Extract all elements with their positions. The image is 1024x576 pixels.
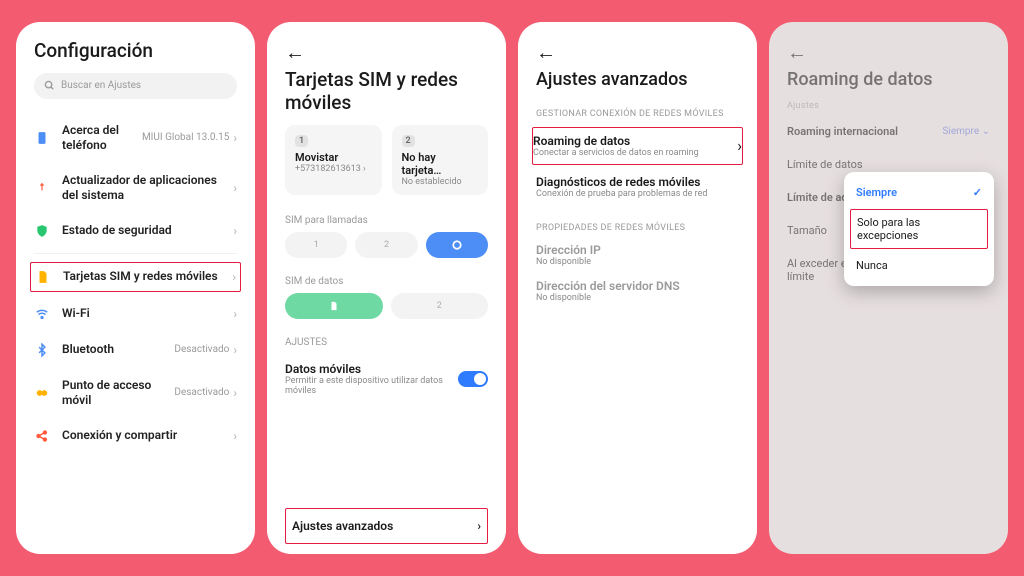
option-exceptions[interactable]: Solo para las excepciones	[850, 209, 988, 249]
row-ip: Dirección IP No disponible	[536, 237, 739, 273]
back-button[interactable]: ←	[787, 40, 990, 65]
chevron-right-icon: ›	[233, 307, 237, 321]
sim-icon	[35, 269, 51, 285]
row-mobile-data[interactable]: Datos móviles Permitir a este dispositiv…	[285, 354, 488, 404]
sim-slot-2[interactable]: 2 No hay tarjeta… No establecido	[392, 125, 489, 195]
row-dns: Dirección del servidor DNS No disponible	[536, 273, 739, 309]
dropdown-roaming-mode: Siempre ✓ Solo para las excepciones Nunc…	[844, 172, 994, 286]
update-icon	[34, 180, 50, 196]
screen-sim: ← Tarjetas SIM y redes móviles 1 Movista…	[267, 22, 506, 554]
section-label: Ajustes	[787, 101, 990, 111]
share-icon	[34, 428, 50, 444]
call-sim-1[interactable]: 1	[285, 232, 347, 258]
check-icon	[452, 240, 462, 250]
row-share[interactable]: Conexión y compartir ›	[34, 418, 237, 454]
back-button[interactable]: ←	[536, 40, 739, 65]
category-label: GESTIONAR CONEXIÓN DE REDES MÓVILES	[536, 109, 739, 119]
search-icon	[44, 80, 55, 91]
data-sim-2[interactable]: 2	[391, 293, 489, 319]
chevron-right-icon: ›	[233, 131, 237, 145]
section-label: AJUSTES	[285, 337, 488, 348]
row-hotspot[interactable]: Punto de acceso móvil Desactivado ›	[34, 368, 237, 418]
check-icon: ✓	[973, 186, 982, 199]
phone-icon	[34, 130, 50, 146]
back-button[interactable]: ←	[285, 40, 488, 65]
row-bluetooth[interactable]: Bluetooth Desactivado ›	[34, 332, 237, 368]
category-label: PROPIEDADES DE REDES MÓVILES	[536, 223, 739, 233]
row-international-roaming[interactable]: Roaming internacional Siempre ⌄	[787, 115, 990, 148]
row-wifi[interactable]: Wi-Fi ›	[34, 296, 237, 332]
sim-index: 2	[402, 135, 415, 147]
row-roaming[interactable]: Roaming de datos Conectar a servicios de…	[532, 127, 743, 165]
dropdown-icon: ⌄	[982, 126, 990, 137]
chevron-right-icon: ›	[233, 386, 237, 400]
page-title: Configuración	[34, 40, 237, 63]
wifi-icon	[34, 306, 50, 322]
page-title: Ajustes avanzados	[536, 69, 739, 91]
data-sim-1[interactable]	[285, 293, 383, 319]
screen-advanced: ← Ajustes avanzados GESTIONAR CONEXIÓN D…	[518, 22, 757, 554]
chevron-right-icon: ›	[737, 136, 742, 155]
shield-icon	[34, 223, 50, 239]
option-always[interactable]: Siempre ✓	[844, 178, 994, 207]
screen-roaming: ← Roaming de datos Ajustes Roaming inter…	[769, 22, 1008, 554]
section-label: SIM para llamadas	[285, 215, 488, 226]
call-sim-2[interactable]: 2	[355, 232, 417, 258]
row-advanced-settings[interactable]: Ajustes avanzados ›	[285, 508, 488, 544]
chevron-right-icon: ›	[233, 429, 237, 443]
page-title: Roaming de datos	[787, 69, 990, 91]
sim-icon	[329, 301, 339, 311]
chevron-right-icon: ›	[233, 224, 237, 238]
row-security[interactable]: Estado de seguridad ›	[34, 213, 237, 249]
chevron-right-icon: ›	[477, 519, 481, 533]
toggle-mobile-data[interactable]	[458, 371, 488, 387]
chevron-right-icon: ›	[233, 181, 237, 195]
call-sim-ask[interactable]	[426, 232, 488, 258]
chevron-right-icon: ›	[232, 270, 236, 284]
screen-settings: Configuración Buscar en Ajustes Acerca d…	[16, 22, 255, 554]
row-about[interactable]: Acerca del teléfono MIUI Global 13.0.15 …	[34, 113, 237, 163]
row-diagnostics[interactable]: Diagnósticos de redes móviles Conexión d…	[536, 169, 739, 205]
hotspot-icon	[34, 385, 50, 401]
sim-slot-1[interactable]: 1 Movistar +573182613613 ›	[285, 125, 382, 195]
page-title: Tarjetas SIM y redes móviles	[285, 69, 488, 115]
row-updater[interactable]: Actualizador de aplicaciones del sistema…	[34, 163, 237, 213]
row-sim-networks[interactable]: Tarjetas SIM y redes móviles ›	[30, 262, 241, 292]
option-never[interactable]: Nunca	[844, 251, 994, 280]
chevron-right-icon: ›	[233, 343, 237, 357]
search-placeholder: Buscar en Ajustes	[61, 80, 141, 91]
bluetooth-icon	[34, 342, 50, 358]
divider	[34, 253, 237, 254]
search-input[interactable]: Buscar en Ajustes	[34, 73, 237, 99]
section-label: SIM de datos	[285, 276, 488, 287]
sim-index: 1	[295, 135, 308, 147]
